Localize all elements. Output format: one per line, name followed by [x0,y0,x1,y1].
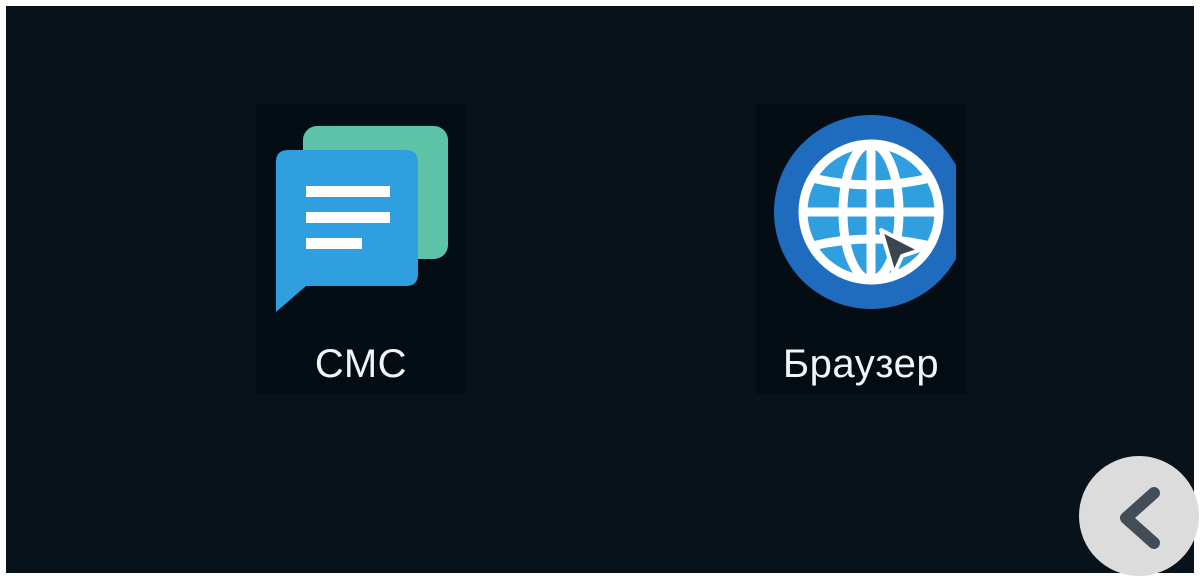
app-label-sms: СМС [314,342,408,386]
chevron-left-icon [1120,487,1160,549]
home-screen: СМС Браузер [6,6,1194,573]
app-browser[interactable]: Браузер [756,104,966,394]
message-bubbles-icon [276,126,448,312]
app-sms[interactable]: СМС [256,104,466,394]
back-button[interactable] [1079,456,1199,576]
app-label-browser: Браузер [782,342,940,386]
globe-cursor-icon [774,115,956,309]
